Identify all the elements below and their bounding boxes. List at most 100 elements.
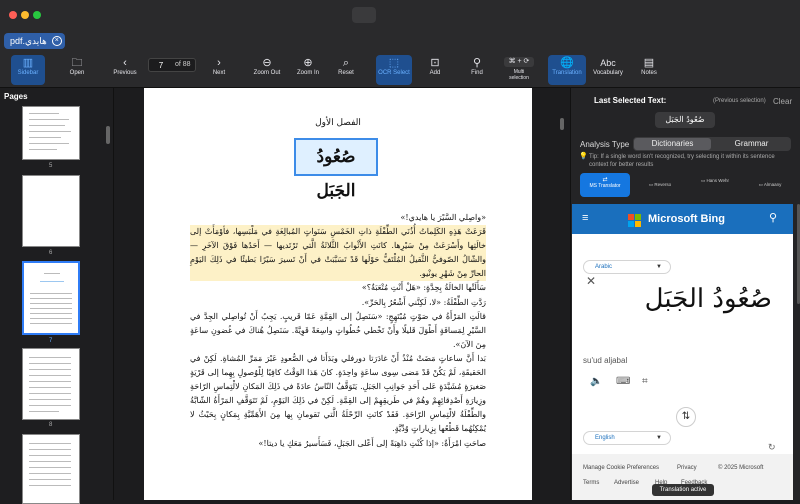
zoom-out-icon: ⊖	[262, 57, 272, 69]
speaker-icon[interactable]: 🔈	[590, 376, 616, 387]
translation-panel: Last Selected Text: (Previous selection)…	[570, 88, 800, 500]
source-tools: 🔈 ⌨ ⌗	[590, 376, 668, 387]
paragraph: رَدَّتِ الطِّفْلَةُ: «لا، لَكِنَّني أَشْ…	[361, 297, 486, 307]
chapter-title: الفصل الأول	[315, 118, 361, 128]
pdf-viewer: الفصل الأول صُعُودُ الجَبَل «واصِلي السَ…	[114, 88, 570, 500]
refresh-icon[interactable]: ↻	[768, 442, 776, 453]
find-icon: ⚲	[472, 57, 482, 69]
page-thumbnail-8[interactable]	[22, 348, 80, 420]
page-thumbnail-5[interactable]	[22, 106, 80, 160]
almaany-label: Almaany	[763, 182, 782, 187]
ocr-select-button[interactable]: ⬚ OCR Select	[376, 55, 412, 85]
close-tab-icon[interactable]: ×	[51, 36, 62, 46]
notes-label: Notes	[641, 70, 657, 76]
pdf-page[interactable]: الفصل الأول صُعُودُ الجَبَل «واصِلي السَ…	[144, 88, 532, 500]
hamburger-menu-icon[interactable]: ≡	[582, 212, 588, 224]
sidebar-scrollbar[interactable]	[106, 126, 110, 144]
translator-icon: ⇄	[602, 177, 608, 183]
chevron-left-icon: ‹	[123, 57, 127, 69]
transliteration: su'ud aljabal	[583, 356, 628, 365]
reverso-tab[interactable]: ▭ Reverso	[640, 173, 680, 197]
advertise-link[interactable]: Advertise	[614, 480, 639, 486]
next-button[interactable]: › Next	[207, 55, 231, 85]
close-window-button[interactable]	[9, 11, 17, 19]
document-tab[interactable]: pdf.هايدي ×	[4, 33, 65, 49]
folder-icon: 🗀	[71, 57, 83, 69]
add-label: Add	[429, 70, 441, 76]
previous-label: Previous	[113, 70, 137, 76]
ocr-select-icon: ⬚	[388, 57, 400, 69]
translation-button[interactable]: 🌐 Translation	[548, 55, 586, 85]
analysis-type-label: Analysis Type	[580, 140, 630, 149]
microsoft-logo-icon	[628, 214, 642, 228]
minimize-window-button[interactable]	[21, 11, 29, 19]
pages-title: Pages	[4, 92, 28, 101]
source-language-select[interactable]: Arabic ▼	[583, 260, 671, 274]
target-language-value: English	[595, 435, 615, 441]
tip-label: Tip: If a single word isn't recognized, …	[589, 154, 775, 168]
zoom-in-icon: ⊕	[303, 57, 313, 69]
page-number-label: 8	[49, 422, 53, 428]
add-button[interactable]: ⊡ Add	[425, 55, 445, 85]
swap-languages-icon[interactable]: ⇅	[676, 407, 696, 427]
find-button[interactable]: ⚲ Find	[467, 55, 487, 85]
sidebar-button[interactable]: ▥ Sidebar	[11, 55, 45, 85]
source-text[interactable]: صُعُودُ الجَبَل	[592, 284, 772, 314]
multi-selection-button[interactable]: ⌘ + ⟳ Multi selection	[504, 55, 534, 85]
page-thumbnail-9[interactable]	[22, 434, 80, 504]
clear-button[interactable]: Clear	[773, 97, 792, 106]
hans-wehr-tab[interactable]: ▭ Hans Wehr	[695, 173, 735, 197]
chevron-down-icon: ▼	[656, 264, 662, 270]
chevron-right-icon: ›	[217, 57, 221, 69]
terms-link[interactable]: Terms	[583, 480, 599, 486]
open-button[interactable]: 🗀 Open	[63, 55, 91, 85]
search-icon[interactable]: ⚲	[769, 211, 777, 224]
ocr-select-label: OCR Select	[378, 70, 410, 76]
copyright-text: © 2025 Microsoft	[718, 465, 764, 471]
vocabulary-label: Vocabulary	[593, 70, 623, 76]
next-label: Next	[212, 70, 226, 76]
selected-text-chip: صُعُودُ الجَبَل	[655, 112, 715, 128]
page-number-input[interactable]	[151, 60, 171, 70]
last-selected-title: Last Selected Text:	[594, 96, 667, 105]
page-thumbnail-6[interactable]	[22, 175, 80, 247]
reverso-label: Reverso	[654, 182, 672, 187]
paragraph: قالَتِ المَرْأَةُ في صَوْتٍ مُبْتَهِجٍ: …	[190, 311, 486, 349]
tip-text: 💡 Tip: If a single word isn't recognized…	[579, 153, 794, 169]
dictionaries-tab[interactable]: Dictionaries	[634, 138, 711, 150]
reset-button[interactable]: ⌕ Reset	[334, 55, 358, 85]
zoom-in-button[interactable]: ⊕ Zoom In	[293, 55, 323, 85]
notes-icon: ▤	[643, 57, 655, 69]
page-total: of 88	[175, 61, 191, 68]
privacy-link[interactable]: Privacy	[677, 465, 697, 471]
chevron-down-icon: ▼	[656, 435, 662, 441]
vocabulary-button[interactable]: Abc Vocabulary	[590, 55, 626, 85]
zoom-out-button[interactable]: ⊖ Zoom Out	[251, 55, 283, 85]
grammar-tab[interactable]: Grammar	[713, 138, 790, 150]
multi-selection-shortcut: ⌘ + ⟳	[504, 57, 534, 67]
page-thumbnail-7[interactable]	[22, 261, 80, 335]
previous-button[interactable]: ‹ Previous	[110, 55, 140, 85]
notes-button[interactable]: ▤ Notes	[638, 55, 660, 85]
ms-translator-label: MS Translator	[589, 183, 621, 189]
paragraph: «واصِلي السَّيْرَ يا هايدي!»	[400, 213, 486, 222]
vocabulary-icon: Abc	[600, 58, 616, 68]
hans-wehr-label: Hans Wehr	[706, 178, 729, 183]
almaany-tab[interactable]: ▭ Almaany	[750, 173, 790, 197]
ocr-selection-heading[interactable]: صُعُودُ الجَبَل	[294, 138, 378, 201]
viewer-scrollbar[interactable]	[560, 118, 564, 130]
keyboard-icon[interactable]: ⌨	[616, 376, 642, 387]
paragraph: سَأَلَتْها الخالَةُ بِحِدَّةٍ: «هَلْ أَن…	[361, 283, 486, 293]
camera-icon[interactable]: ⌗	[642, 376, 668, 387]
title-bar	[0, 0, 800, 30]
ms-translator-tab[interactable]: ⇄ MS Translator	[580, 173, 630, 197]
reset-label: Reset	[338, 70, 354, 76]
page-number-label: 6	[49, 250, 53, 256]
cookie-preferences-link[interactable]: Manage Cookie Preferences	[583, 465, 659, 471]
target-language-select[interactable]: English ▼	[583, 431, 671, 445]
zoom-window-button[interactable]	[33, 11, 41, 19]
sidebar-icon: ▥	[22, 57, 34, 69]
analysis-type-segmented-control: Dictionaries Grammar	[633, 137, 791, 151]
highlighted-paragraph: قَرَعَتْ هَذِهِ الكَلِماتُ أُذُنَي الطِّ…	[190, 225, 486, 282]
window-title-pill	[352, 7, 376, 23]
